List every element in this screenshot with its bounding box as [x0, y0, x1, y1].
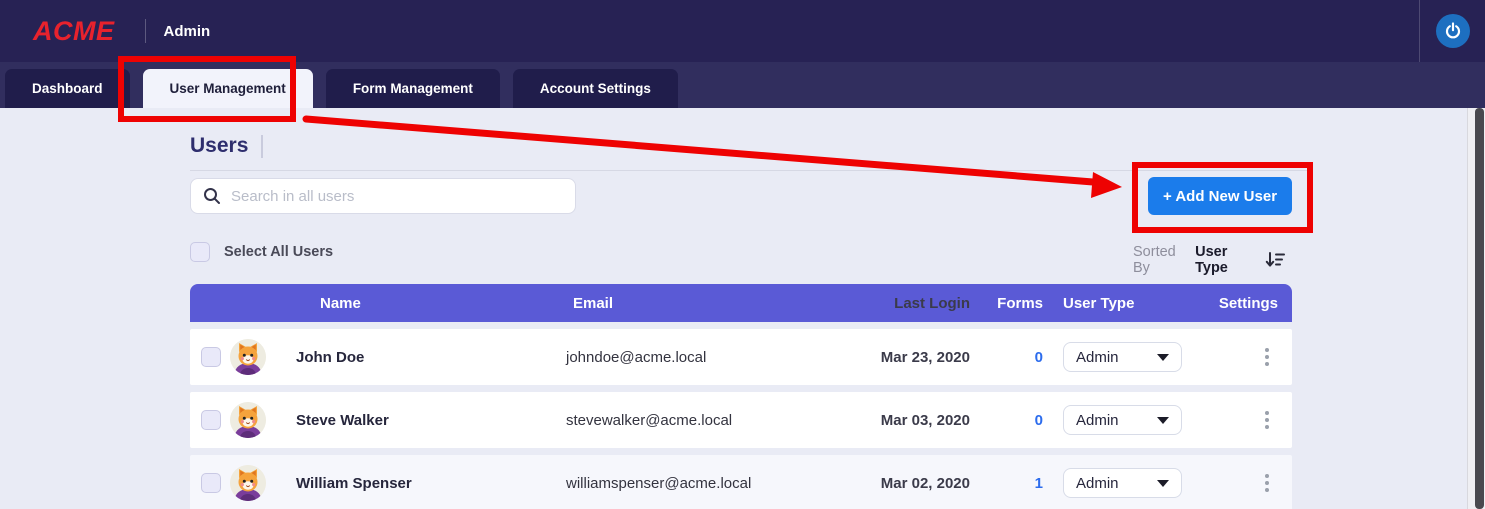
user-email: johndoe@acme.local	[555, 329, 870, 385]
user-last-login: Mar 02, 2020	[870, 455, 970, 509]
chevron-down-icon	[1157, 480, 1169, 487]
app-title: Admin	[164, 23, 211, 40]
page-title: Users	[190, 134, 248, 158]
user-last-login: Mar 23, 2020	[870, 329, 970, 385]
topbar-divider	[145, 19, 146, 43]
user-name: William Spenser	[285, 455, 555, 509]
acme-logo: ACME	[33, 16, 115, 47]
tab-user-management[interactable]: User Management	[143, 69, 313, 108]
row-checkbox[interactable]	[201, 347, 221, 367]
sorted-by-value: User Type	[1195, 244, 1257, 276]
search-input[interactable]	[231, 179, 575, 213]
table-header: Name Email Last Login Forms User Type Se…	[190, 284, 1292, 322]
user-name: Steve Walker	[285, 392, 555, 448]
forms-count-link[interactable]: 0	[1035, 349, 1043, 366]
column-header-email: Email	[555, 284, 870, 322]
forms-count-link[interactable]: 1	[1035, 475, 1043, 492]
column-header-name: Name	[285, 284, 555, 322]
user-type-select[interactable]: Admin	[1063, 342, 1182, 372]
user-search-box	[190, 178, 576, 214]
logout-power-button[interactable]	[1436, 14, 1470, 48]
avatar	[230, 402, 266, 438]
column-header-user-type: User Type	[1043, 284, 1182, 322]
user-name: John Doe	[285, 329, 555, 385]
sorted-by-control[interactable]: Sorted By User Type	[1133, 244, 1285, 276]
column-header-forms: Forms	[970, 284, 1043, 322]
row-settings-kebab-menu[interactable]	[1261, 470, 1273, 496]
search-icon	[203, 187, 221, 205]
user-email: williamspenser@acme.local	[555, 455, 870, 509]
power-icon	[1443, 21, 1463, 41]
content-area: Users + Add New User Select All Users So…	[0, 108, 1485, 509]
row-checkbox[interactable]	[201, 473, 221, 493]
title-divider	[261, 135, 263, 158]
table-row: John Doe johndoe@acme.local Mar 23, 2020…	[190, 329, 1292, 385]
admin-page: ACME Admin Dashboard User Management For…	[0, 0, 1485, 509]
chevron-down-icon	[1157, 354, 1169, 361]
row-settings-kebab-menu[interactable]	[1261, 344, 1273, 370]
scrollbar-thumb[interactable]	[1475, 108, 1484, 509]
user-last-login: Mar 03, 2020	[870, 392, 970, 448]
select-all-checkbox[interactable]	[190, 242, 210, 262]
horizontal-rule	[190, 170, 1310, 171]
tab-dashboard[interactable]: Dashboard	[5, 69, 130, 108]
avatar	[230, 465, 266, 501]
user-type-select[interactable]: Admin	[1063, 405, 1182, 435]
topbar-right-section	[1419, 0, 1485, 62]
user-email: stevewalker@acme.local	[555, 392, 870, 448]
user-type-select[interactable]: Admin	[1063, 468, 1182, 498]
row-checkbox[interactable]	[201, 410, 221, 430]
column-header-last-login: Last Login	[870, 284, 970, 322]
add-new-user-button[interactable]: + Add New User	[1148, 177, 1292, 215]
chevron-down-icon	[1157, 417, 1169, 424]
row-settings-kebab-menu[interactable]	[1261, 407, 1273, 433]
column-header-settings: Settings	[1182, 284, 1292, 322]
sort-descending-icon	[1265, 251, 1285, 269]
table-row: William Spenser williamspenser@acme.loca…	[190, 455, 1292, 509]
main-tab-bar: Dashboard User Management Form Managemen…	[0, 62, 1485, 108]
tab-account-settings[interactable]: Account Settings	[513, 69, 678, 108]
top-bar: ACME Admin	[0, 0, 1485, 62]
avatar	[230, 339, 266, 375]
forms-count-link[interactable]: 0	[1035, 412, 1043, 429]
tab-form-management[interactable]: Form Management	[326, 69, 500, 108]
scrollbar-track	[1467, 108, 1485, 509]
sorted-by-label: Sorted By	[1133, 244, 1190, 276]
select-all-label: Select All Users	[224, 244, 333, 260]
table-row: Steve Walker stevewalker@acme.local Mar …	[190, 392, 1292, 448]
